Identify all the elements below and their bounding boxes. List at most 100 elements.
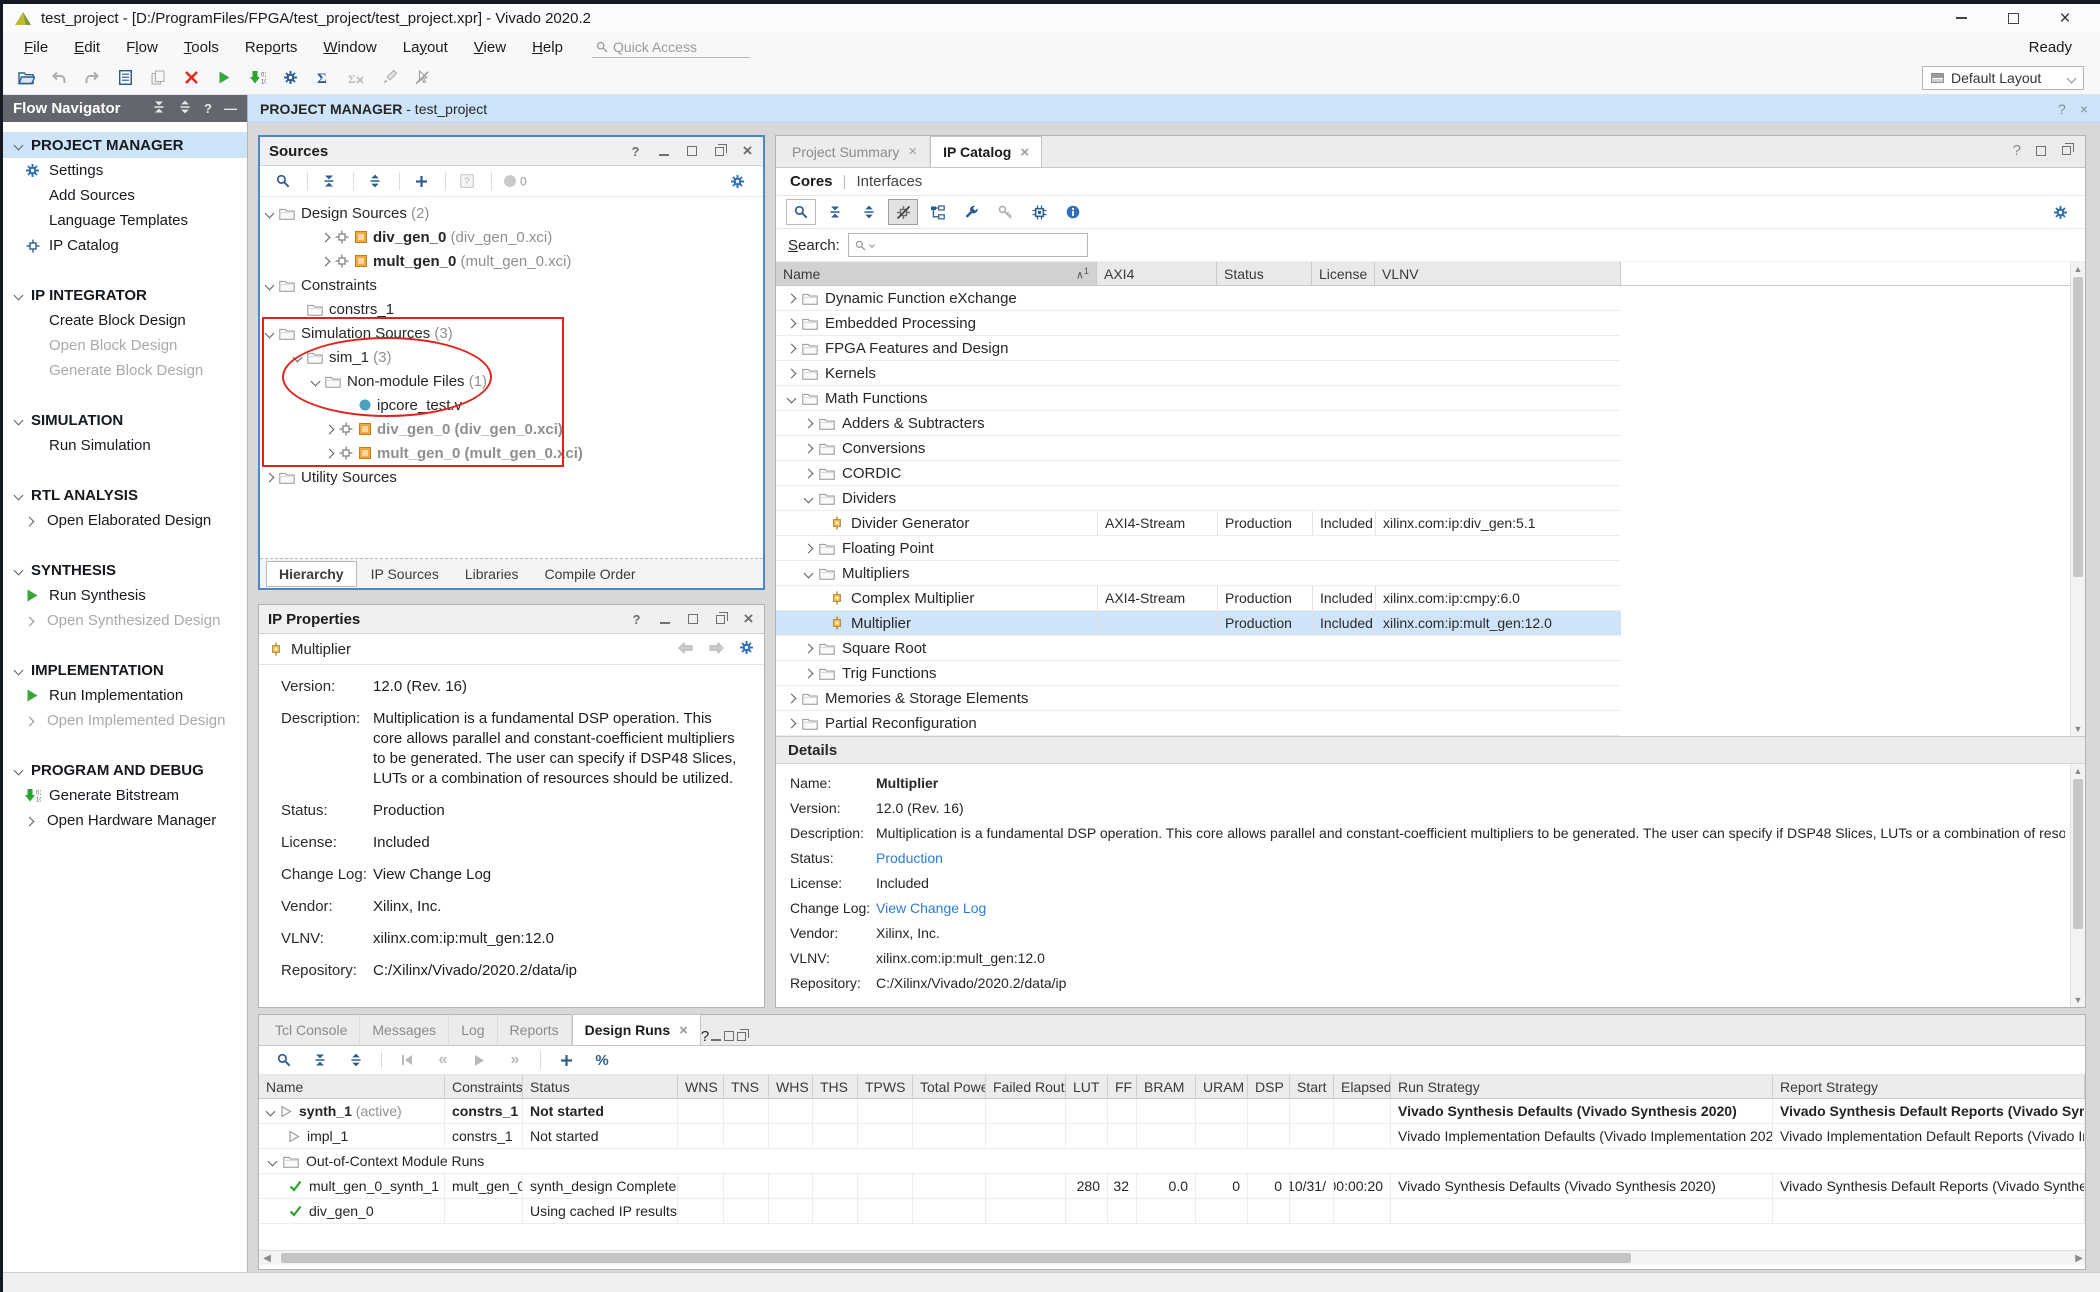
column-header-bram[interactable]: BRAM [1137, 1075, 1196, 1098]
scope-button[interactable]: ? [452, 168, 482, 194]
run-button[interactable] [464, 1047, 494, 1073]
chevron-right-icon[interactable] [25, 817, 35, 827]
flow-item-ip-catalog[interactable]: IP Catalog [3, 233, 247, 258]
close-icon[interactable]: × [2080, 101, 2088, 117]
step-forward-button[interactable]: » [500, 1047, 530, 1073]
hide-incompatible-button[interactable] [888, 199, 918, 225]
minimize-icon[interactable] [657, 145, 670, 158]
tab-design-runs[interactable]: Design Runs× [572, 1014, 701, 1045]
column-header-dsp[interactable]: DSP [1248, 1075, 1290, 1098]
chevron-down-icon[interactable] [311, 376, 321, 386]
create-runs-button[interactable] [551, 1047, 581, 1073]
group-by-category-button[interactable] [922, 199, 952, 225]
close-icon[interactable]: × [742, 613, 755, 626]
property-link[interactable]: View Change Log [373, 865, 745, 885]
step-back-button[interactable]: « [428, 1047, 458, 1073]
chevron-right-icon[interactable] [787, 318, 797, 328]
percent-button[interactable]: % [587, 1047, 617, 1073]
chevron-right-icon[interactable] [787, 293, 797, 303]
chevron-down-icon[interactable] [787, 393, 797, 403]
chevron-right-icon[interactable] [804, 468, 814, 478]
chevron-down-icon[interactable] [14, 290, 24, 300]
menu-view[interactable]: View [461, 35, 519, 60]
sources-tree-row[interactable]: mult_gen_0 (mult_gen_0.xci) [260, 441, 763, 465]
chevron-down-icon[interactable] [265, 208, 275, 218]
help-icon[interactable]: ? [2058, 101, 2066, 117]
column-header-license[interactable]: License [1312, 262, 1375, 285]
help-icon[interactable]: ? [629, 145, 642, 158]
chevron-down-icon[interactable] [14, 665, 24, 675]
delete-button[interactable] [176, 65, 206, 91]
settings-button[interactable] [722, 168, 752, 194]
search-button[interactable] [269, 1047, 299, 1073]
tab-tcl-console[interactable]: Tcl Console [263, 1014, 360, 1045]
sources-panel-header[interactable]: Sources ? × [260, 137, 763, 166]
scroll-up-arrow[interactable]: ▲ [2071, 764, 2085, 778]
maximize-icon[interactable] [686, 613, 699, 626]
details-link[interactable]: Production [876, 849, 2065, 867]
flow-item-open-block-design[interactable]: Open Block Design [3, 333, 247, 358]
flow-item-create-block-design[interactable]: Create Block Design [3, 308, 247, 333]
float-icon[interactable] [714, 613, 727, 626]
catalog-row[interactable]: Kernels [776, 361, 1621, 386]
column-header-tns[interactable]: TNS [724, 1075, 769, 1098]
chevron-down-icon[interactable] [14, 765, 24, 775]
catalog-row[interactable]: Memories & Storage Elements [776, 686, 1621, 711]
chevron-right-icon[interactable] [321, 232, 331, 242]
chevron-down-icon[interactable] [265, 328, 275, 338]
chevron-right-icon[interactable] [787, 343, 797, 353]
catalog-row[interactable]: Square Root [776, 636, 1621, 661]
gear-icon[interactable] [739, 640, 754, 659]
column-header-uram[interactable]: URAM [1196, 1075, 1248, 1098]
chevron-right-icon[interactable] [804, 443, 814, 453]
menu-flow[interactable]: Flow [113, 35, 171, 60]
catalog-row[interactable]: Partial Reconfiguration [776, 711, 1621, 736]
chevron-right-icon[interactable] [787, 718, 797, 728]
column-header-start[interactable]: Start [1290, 1075, 1334, 1098]
chevron-right-icon[interactable] [25, 517, 35, 527]
help-icon[interactable]: ? [204, 101, 212, 116]
runs-table-row[interactable]: impl_1constrs_1Not startedVivado Impleme… [259, 1124, 2085, 1149]
float-icon[interactable] [713, 145, 726, 158]
catalog-row[interactable]: Adders & Subtracters [776, 411, 1621, 436]
expand-all-button[interactable] [360, 168, 390, 194]
sources-tree-row[interactable]: mult_gen_0 (mult_gen_0.xci) [260, 249, 763, 273]
chevron-down-icon[interactable] [804, 568, 814, 578]
column-header-whs[interactable]: WHS [769, 1075, 813, 1098]
column-header-elapsed[interactable]: Elapsed [1334, 1075, 1391, 1098]
runs-table-row[interactable]: synth_1 (active)constrs_1Not startedViva… [259, 1099, 2085, 1124]
scroll-left-arrow[interactable]: ◀ [259, 1253, 275, 1264]
float-icon[interactable] [2060, 144, 2073, 157]
chevron-right-icon[interactable] [787, 693, 797, 703]
sources-tree-row[interactable]: Utility Sources [260, 465, 763, 489]
ip-info-button[interactable] [1058, 199, 1088, 225]
column-header-run-strategy[interactable]: Run Strategy [1391, 1075, 1773, 1098]
window-minimize-button[interactable] [1954, 11, 1968, 25]
collapse-all-button[interactable] [314, 168, 344, 194]
search-button[interactable] [268, 168, 298, 194]
runs-table-row[interactable]: mult_gen_0_synth_1mult_gen_0synth_design… [259, 1174, 2085, 1199]
cursor-disabled-button[interactable] [407, 65, 437, 91]
details-link[interactable]: View Change Log [876, 899, 2065, 917]
tab-cores[interactable]: Cores [790, 173, 833, 190]
catalog-row[interactable]: Dividers [776, 486, 1621, 511]
sources-tab-libraries[interactable]: Libraries [453, 562, 531, 586]
maximize-icon[interactable] [685, 145, 698, 158]
sources-tab-ip-sources[interactable]: IP Sources [359, 562, 451, 586]
maximize-icon[interactable] [722, 1030, 735, 1043]
chevron-down-icon[interactable] [268, 1156, 278, 1166]
chevron-down-icon[interactable] [804, 493, 814, 503]
column-header-name[interactable]: Name∧1 [776, 262, 1097, 285]
column-header-status[interactable]: Status [523, 1075, 678, 1098]
scroll-up-arrow[interactable]: ▲ [2071, 262, 2085, 276]
chevron-down-icon[interactable] [293, 352, 303, 362]
catalog-row[interactable]: Trig Functions [776, 661, 1621, 686]
chevron-down-icon[interactable] [14, 415, 24, 425]
flow-item-run-implementation[interactable]: Run Implementation [3, 683, 247, 708]
close-tab-icon[interactable]: × [1020, 144, 1029, 161]
chevron-right-icon[interactable] [325, 424, 335, 434]
chevron-right-icon[interactable] [804, 643, 814, 653]
sum-button[interactable]: Σ [308, 65, 338, 91]
flow-item-run-simulation[interactable]: Run Simulation [3, 433, 247, 458]
float-icon[interactable] [735, 1030, 748, 1043]
